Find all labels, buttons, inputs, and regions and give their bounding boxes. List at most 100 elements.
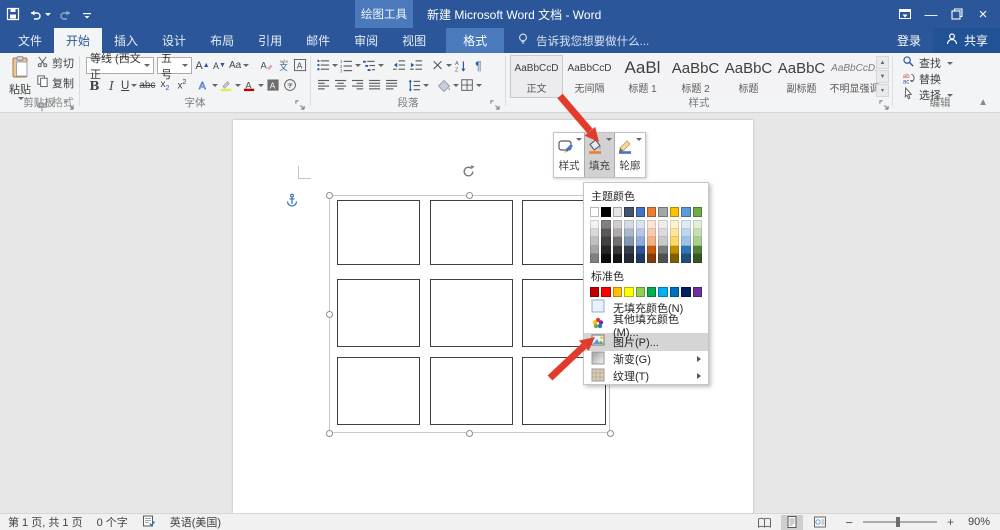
justify-icon[interactable]	[367, 77, 384, 94]
theme-variant-swatch[interactable]	[590, 254, 599, 263]
theme-variant-swatch[interactable]	[681, 229, 690, 238]
theme-variant-swatch[interactable]	[636, 220, 645, 229]
theme-variant-swatch[interactable]	[670, 220, 679, 229]
theme-variant-swatch[interactable]	[624, 220, 633, 229]
standard-color-swatch-9[interactable]	[681, 287, 690, 297]
theme-variant-swatch[interactable]	[601, 246, 610, 255]
tab-review[interactable]: 审阅	[342, 28, 390, 53]
grow-font-icon[interactable]: A▲	[194, 57, 211, 74]
style-subtitle[interactable]: AaBbC副标题	[776, 56, 827, 97]
theme-color-swatch-3[interactable]	[613, 207, 622, 217]
text-effects-icon[interactable]: A	[197, 77, 219, 94]
ribbon-display-options-icon[interactable]	[892, 0, 918, 28]
change-case-icon[interactable]: Aa	[228, 57, 250, 74]
theme-variant-swatch[interactable]	[693, 246, 702, 255]
bullets-icon[interactable]	[316, 57, 339, 74]
borders-icon[interactable]	[460, 77, 483, 94]
theme-variant-swatch[interactable]	[613, 220, 622, 229]
theme-variant-swatch[interactable]	[647, 254, 656, 263]
clipboard-dialog-launcher-icon[interactable]	[64, 99, 74, 109]
shape-style-button[interactable]: 样式	[554, 133, 584, 177]
zoom-slider[interactable]	[863, 521, 937, 523]
theme-variant-swatch[interactable]	[613, 237, 622, 246]
theme-variant-swatch[interactable]	[590, 220, 599, 229]
proofing-icon[interactable]	[142, 514, 156, 530]
tell-me-box[interactable]: 告诉我您想要做什么...	[516, 28, 649, 53]
page-info[interactable]: 第 1 页, 共 1 页	[8, 514, 83, 530]
numbering-icon[interactable]: 123	[339, 57, 362, 74]
menu-item-gradient[interactable]: 渐变(G)	[584, 351, 708, 368]
standard-color-swatch-1[interactable]	[590, 287, 599, 297]
subscript-icon[interactable]: x2	[156, 77, 173, 94]
print-layout-icon[interactable]	[781, 515, 803, 530]
theme-color-swatch-10[interactable]	[693, 207, 702, 217]
style-heading-1[interactable]: AaBl标题 1	[617, 56, 668, 97]
theme-color-swatch-1[interactable]	[590, 207, 599, 217]
theme-variant-swatch[interactable]	[693, 254, 702, 263]
selection-handle[interactable]	[466, 430, 473, 437]
tab-mailings[interactable]: 邮件	[294, 28, 342, 53]
sort-icon[interactable]: AZ	[453, 57, 470, 74]
strikethrough-icon[interactable]: abc	[138, 77, 156, 94]
theme-variant-swatch[interactable]	[681, 237, 690, 246]
theme-variant-swatch[interactable]	[681, 254, 690, 263]
theme-color-swatch-4[interactable]	[624, 207, 633, 217]
line-spacing-icon[interactable]	[407, 77, 430, 94]
theme-variant-swatch[interactable]	[601, 220, 610, 229]
style-subtle-emphasis[interactable]: AaBbCcD.不明显强调	[829, 56, 880, 97]
theme-color-swatch-8[interactable]	[670, 207, 679, 217]
styles-dialog-launcher-icon[interactable]	[879, 99, 889, 109]
standard-color-swatch-3[interactable]	[613, 287, 622, 297]
shape-outline-button[interactable]: 轮廓	[615, 133, 645, 177]
theme-variant-swatch[interactable]	[601, 254, 610, 263]
cut-button[interactable]: 剪切	[36, 55, 78, 71]
read-mode-icon[interactable]	[753, 515, 775, 530]
sign-in-button[interactable]: 登录	[885, 32, 933, 49]
find-button[interactable]: 查找	[902, 56, 953, 70]
enclose-char-icon[interactable]: 字	[282, 77, 299, 94]
collapse-ribbon-icon[interactable]: ▲	[978, 97, 988, 108]
style-no-spacing[interactable]: AaBbCcD无间隔	[564, 56, 615, 97]
theme-variant-swatch[interactable]	[658, 237, 667, 246]
restore-icon[interactable]	[944, 0, 970, 28]
theme-variant-swatch[interactable]	[670, 237, 679, 246]
theme-variant-swatch[interactable]	[693, 237, 702, 246]
style-body-text[interactable]: AaBbCcD正文	[511, 56, 562, 97]
word-count[interactable]: 0 个字	[97, 514, 128, 530]
theme-variant-swatch[interactable]	[613, 229, 622, 238]
zoom-slider-thumb[interactable]	[896, 517, 900, 527]
tab-layout[interactable]: 布局	[198, 28, 246, 53]
paste-button[interactable]: 粘贴	[6, 56, 34, 100]
selection-handle[interactable]	[326, 311, 333, 318]
character-border-icon[interactable]: A	[292, 57, 309, 74]
zoom-in-icon[interactable]: +	[947, 515, 954, 529]
theme-variant-swatch[interactable]	[636, 237, 645, 246]
selection-handle[interactable]	[607, 430, 614, 437]
customize-qat-icon[interactable]	[81, 8, 93, 20]
underline-icon[interactable]: U	[120, 77, 138, 94]
styles-scroll-up-icon[interactable]: ▲	[876, 56, 889, 69]
shape-fill-button[interactable]: 填充	[584, 133, 614, 177]
language-indicator[interactable]: 英语(美国)	[170, 514, 221, 530]
theme-variant-swatch[interactable]	[601, 229, 610, 238]
selection-handle[interactable]	[466, 192, 473, 199]
replace-button[interactable]: abac替换	[902, 72, 953, 86]
standard-color-swatch-5[interactable]	[636, 287, 645, 297]
grid-rectangle-r3c1[interactable]	[337, 357, 420, 425]
clear-format-icon[interactable]: A	[258, 57, 275, 74]
web-layout-icon[interactable]	[809, 515, 831, 530]
theme-variant-swatch[interactable]	[670, 229, 679, 238]
decrease-indent-icon[interactable]	[391, 57, 408, 74]
theme-variant-swatch[interactable]	[647, 220, 656, 229]
standard-color-swatch-7[interactable]	[658, 287, 667, 297]
shrink-font-icon[interactable]: A▼	[211, 57, 228, 74]
standard-color-swatch-8[interactable]	[670, 287, 679, 297]
theme-variant-swatch[interactable]	[658, 229, 667, 238]
minimize-icon[interactable]: —	[918, 0, 944, 28]
rotation-handle-icon[interactable]	[461, 164, 476, 182]
undo-icon[interactable]	[28, 7, 51, 21]
phonetic-guide-icon[interactable]: 文wén	[275, 57, 292, 74]
align-right-icon[interactable]	[350, 77, 367, 94]
theme-color-swatch-2[interactable]	[601, 207, 610, 217]
theme-variant-swatch[interactable]	[647, 229, 656, 238]
